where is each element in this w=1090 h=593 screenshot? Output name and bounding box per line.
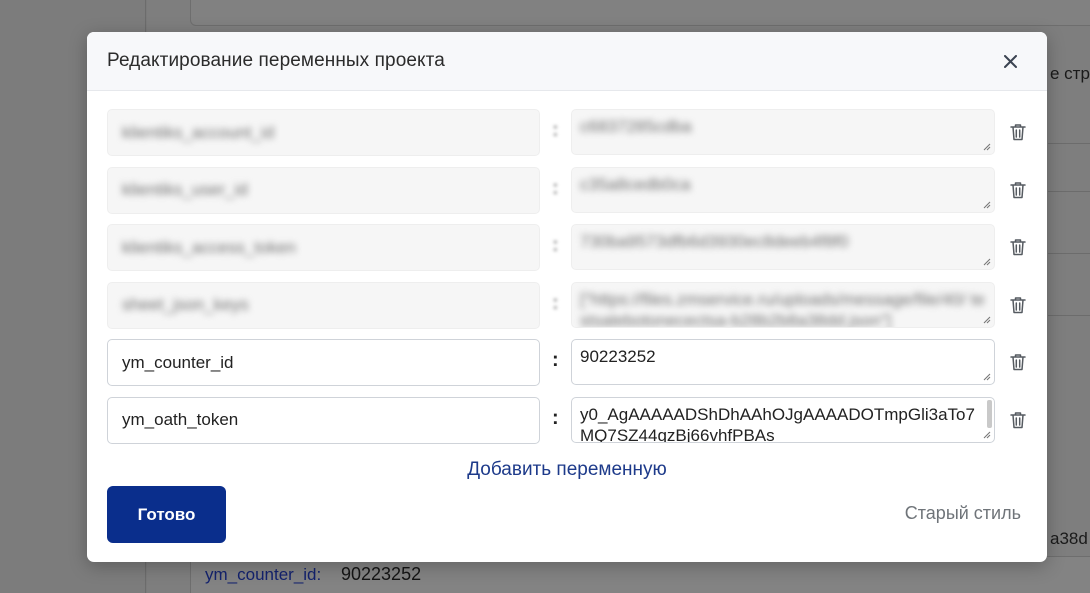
variable-value-text: y0_AgAAAAADShDhAAhOJgAAAADOTmpGli3aTo7MQ…: [580, 404, 975, 443]
key-value-separator: :: [552, 406, 559, 429]
background-divider: [1048, 191, 1090, 192]
variable-key-text: klientiks_account_id: [122, 122, 275, 142]
variable-key-text: ym_counter_id: [122, 352, 234, 372]
variable-key-input[interactable]: klientiks_access_token: [107, 224, 540, 271]
variable-value-textarea[interactable]: ["https://files.zmservice.ru/uploads/mes…: [571, 281, 995, 328]
variable-key-input[interactable]: klientiks_user_id: [107, 166, 540, 214]
trash-icon: [1010, 239, 1026, 256]
variable-row: klientiks_account_id: c6837285cdba: [107, 109, 1037, 167]
variable-value-text: ["https://files.zmservice.ru/uploads/mes…: [580, 289, 985, 328]
variable-row: sheet_json_keys: ["https://files.zmservic…: [107, 281, 1037, 340]
old-style-link[interactable]: Старый стиль: [905, 503, 1021, 524]
background-text: a38d: [1050, 529, 1088, 548]
key-value-separator: :: [552, 234, 559, 256]
delete-variable-button[interactable]: [1010, 353, 1028, 373]
variable-value-text: 90223252: [580, 347, 656, 366]
resize-grip-icon[interactable]: [982, 372, 991, 381]
variable-row: ym_oath_token: y0_AgAAAAADShDhAAhOJgAAAAD…: [107, 396, 1037, 455]
background-divider: [1048, 253, 1090, 254]
variable-key-text: klientiks_user_id: [122, 180, 248, 199]
trash-icon: [1010, 411, 1026, 428]
variable-value-text: c6837285cdba: [580, 117, 692, 136]
variable-row: ym_counter_id: 90223252: [107, 339, 1037, 397]
resize-grip-icon[interactable]: [982, 430, 991, 439]
variable-key-input[interactable]: ym_oath_token: [107, 396, 540, 444]
resize-grip-icon[interactable]: [982, 142, 991, 151]
delete-variable-button[interactable]: [1010, 238, 1028, 258]
close-icon: [1003, 54, 1017, 68]
variable-value-text: 730ba9573dfb6d3930ec8deeb4f8f0: [580, 232, 849, 251]
trash-icon: [1010, 296, 1026, 313]
trash-icon: [1010, 354, 1026, 371]
background-card: [190, 0, 1090, 26]
background-divider: [1048, 315, 1090, 316]
add-variable-link[interactable]: Добавить переменную: [87, 459, 1047, 481]
delete-variable-button[interactable]: [1010, 123, 1028, 143]
variable-value-textarea[interactable]: c35a8cedb0ca: [571, 166, 995, 213]
variable-list: klientiks_account_id: c6837285cdba klienti…: [107, 109, 1037, 454]
delete-variable-button[interactable]: [1010, 296, 1028, 316]
background-var-label: ym_counter_id:: [205, 565, 322, 584]
key-value-separator: :: [552, 176, 559, 199]
edit-variables-modal: Редактирование переменных проекта klient…: [87, 32, 1047, 562]
variable-key-input[interactable]: sheet_json_keys: [107, 281, 540, 329]
done-button[interactable]: Готово: [107, 486, 226, 543]
variable-key-text: klientiks_access_token: [122, 237, 296, 257]
variable-key-input[interactable]: ym_counter_id: [107, 339, 540, 386]
resize-grip-icon[interactable]: [982, 257, 991, 266]
trash-icon: [1010, 124, 1026, 141]
key-value-separator: :: [552, 291, 559, 314]
resize-grip-icon[interactable]: [982, 200, 991, 209]
textarea-scrollbar[interactable]: [987, 399, 992, 428]
variable-key-input[interactable]: klientiks_account_id: [107, 109, 540, 156]
background-text: е стро: [1050, 64, 1090, 83]
modal-header: Редактирование переменных проекта: [87, 32, 1047, 91]
background-var-value: 90223252: [341, 564, 422, 584]
variable-value-text: c35a8cedb0ca: [580, 174, 691, 194]
variable-key-text: sheet_json_keys: [122, 295, 249, 314]
close-button[interactable]: [1001, 52, 1019, 70]
modal-title: Редактирование переменных проекта: [107, 50, 445, 71]
trash-icon: [1010, 181, 1026, 198]
variable-key-text: ym_oath_token: [122, 410, 239, 429]
key-value-separator: :: [552, 349, 559, 371]
variable-row: klientiks_access_token: 730ba9573dfb6d393…: [107, 224, 1037, 282]
resize-grip-icon[interactable]: [982, 315, 991, 324]
variable-value-textarea[interactable]: 730ba9573dfb6d3930ec8deeb4f8f0: [571, 224, 995, 270]
variable-row: klientiks_user_id: c35a8cedb0ca: [107, 166, 1037, 225]
variable-value-textarea[interactable]: y0_AgAAAAADShDhAAhOJgAAAADOTmpGli3aTo7MQ…: [571, 396, 995, 443]
key-value-separator: :: [552, 119, 559, 141]
variable-value-textarea[interactable]: c6837285cdba: [571, 109, 995, 155]
delete-variable-button[interactable]: [1010, 181, 1028, 201]
variable-value-textarea[interactable]: 90223252: [571, 339, 995, 385]
delete-variable-button[interactable]: [1010, 411, 1028, 431]
background-divider: [1048, 143, 1090, 144]
